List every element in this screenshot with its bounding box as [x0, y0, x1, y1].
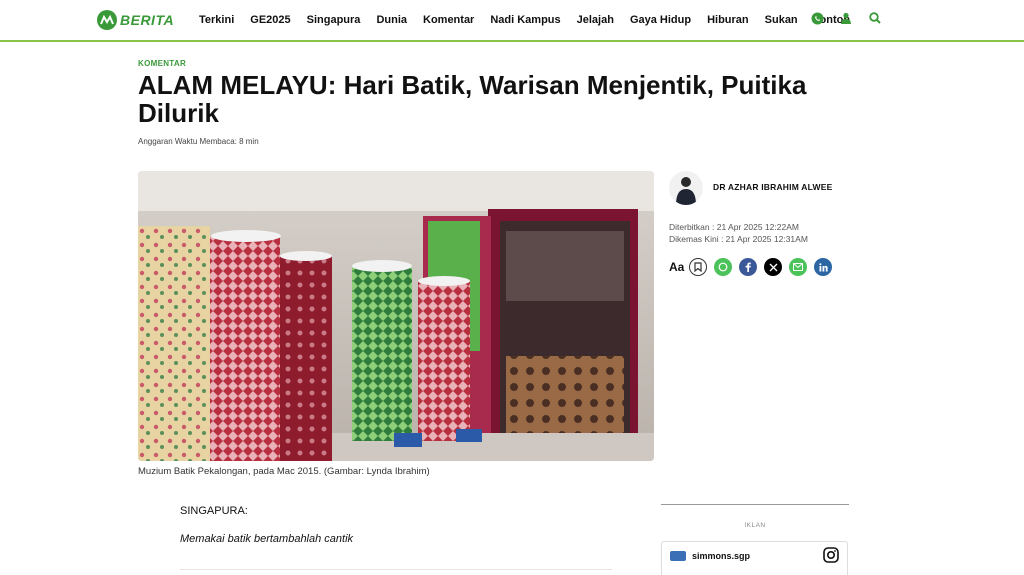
article-lead: Memakai batik bertambahlah cantik [180, 533, 354, 545]
instagram-icon[interactable] [823, 547, 839, 563]
logo-mark-icon [97, 10, 117, 30]
article-dates: Diterbitkan : 21 Apr 2025 12:22AM Dikema… [669, 221, 808, 245]
nav-item-jelajah[interactable]: Jelajah [577, 14, 614, 26]
site-header: BERITA Terkini GE2025 Singapura Dunia Ko… [0, 0, 1024, 42]
main-nav: Terkini GE2025 Singapura Dunia Komentar … [199, 14, 866, 26]
nav-item-dunia[interactable]: Dunia [376, 14, 407, 26]
nav-item-komentar[interactable]: Komentar [423, 14, 474, 26]
author-avatar[interactable] [669, 171, 703, 205]
article-title: ALAM MELAYU: Hari Batik, Warisan Menjent… [138, 70, 807, 128]
whatsapp-icon[interactable] [714, 258, 733, 276]
updated-date: Dikemas Kini : 21 Apr 2025 12:31AM [669, 234, 808, 244]
whatsapp-icon[interactable] [810, 11, 824, 25]
published-date: Diterbitkan : 21 Apr 2025 12:22AM [669, 222, 799, 232]
body-divider [180, 569, 612, 570]
x-icon[interactable] [764, 258, 783, 276]
font-size-button[interactable]: Aa [669, 260, 684, 274]
advertiser-logo-icon [670, 551, 686, 561]
header-icons [810, 11, 897, 25]
ad-label: IKLAN [744, 522, 766, 529]
nav-item-ge2025[interactable]: GE2025 [250, 14, 290, 26]
bookmark-icon[interactable] [689, 258, 708, 276]
reading-time: Anggaran Waktu Membaca: 8 min [138, 137, 259, 146]
share-toolbar: Aa [669, 258, 839, 276]
ad-divider [661, 504, 849, 505]
site-logo[interactable]: BERITA [97, 10, 174, 30]
facebook-icon[interactable] [739, 258, 758, 276]
author-name[interactable]: DR AZHAR IBRAHIM ALWEE [713, 182, 832, 192]
linkedin-icon[interactable] [814, 258, 833, 276]
advertiser-name[interactable]: simmons.sgp [692, 551, 750, 561]
nav-item-singapura[interactable]: Singapura [307, 14, 361, 26]
search-icon[interactable] [868, 11, 882, 25]
article-category[interactable]: KOMENTAR [138, 59, 186, 68]
logo-text: BERITA [120, 12, 175, 28]
nav-item-gaya-hidup[interactable]: Gaya Hidup [630, 14, 691, 26]
ad-card[interactable]: simmons.sgp [661, 541, 848, 575]
user-icon[interactable] [839, 11, 853, 25]
nav-item-sukan[interactable]: Sukan [765, 14, 798, 26]
nav-item-hiburan[interactable]: Hiburan [707, 14, 749, 26]
nav-item-nadi-kampus[interactable]: Nadi Kampus [490, 14, 560, 26]
image-caption: Muzium Batik Pekalongan, pada Mac 2015. … [138, 466, 430, 477]
article-dateline: SINGAPURA: [180, 505, 248, 517]
nav-item-terkini[interactable]: Terkini [199, 14, 234, 26]
article-hero-image [138, 171, 654, 461]
email-icon[interactable] [789, 258, 808, 276]
article-body: SINGAPURA: Memakai batik bertambahlah ca… [180, 505, 620, 561]
